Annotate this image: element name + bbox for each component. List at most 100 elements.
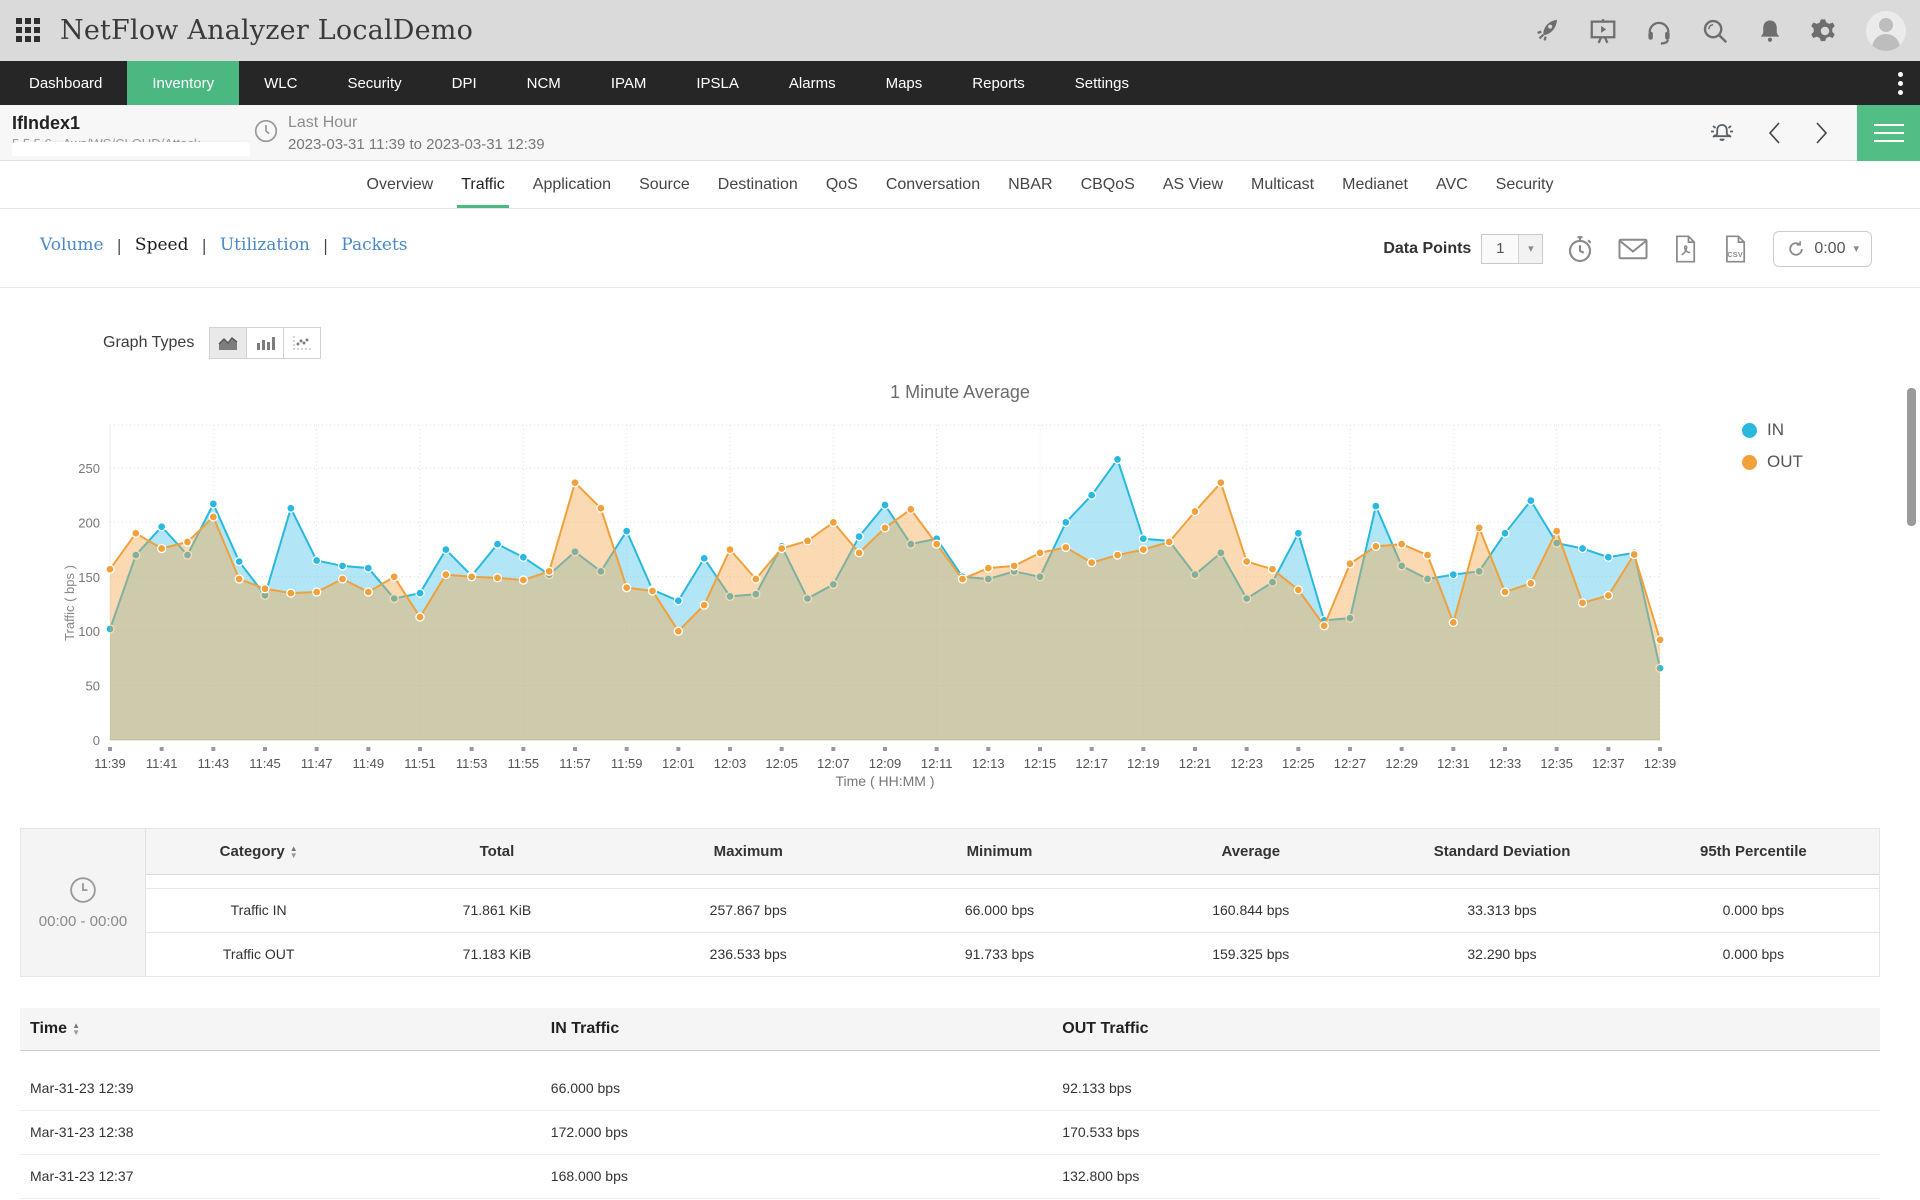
tab-avc[interactable]: AVC [1422, 161, 1482, 208]
tab-destination[interactable]: Destination [704, 161, 812, 208]
time-col-in-traffic[interactable]: IN Traffic [541, 1008, 1053, 1050]
time-row: Mar-31-23 12:38172.000 bps170.533 bps [20, 1110, 1880, 1154]
svg-text:Time ( HH:MM ): Time ( HH:MM ) [835, 773, 934, 789]
kebab-menu-icon[interactable] [1888, 61, 1912, 105]
vertical-scrollbar[interactable] [1907, 388, 1916, 526]
email-icon[interactable] [1617, 234, 1649, 264]
interface-title: IfIndex1 [12, 113, 80, 134]
separator: | [323, 236, 328, 255]
svg-text:250: 250 [78, 461, 100, 476]
tab-qos[interactable]: QoS [812, 161, 872, 208]
chart-legend: IN OUT [1742, 420, 1803, 484]
svg-text:50: 50 [86, 679, 100, 694]
summary-cell: 71.861 KiB [371, 888, 622, 932]
summary-col-category[interactable]: Category▲▼ [146, 829, 371, 874]
nav-item-settings[interactable]: Settings [1050, 61, 1154, 105]
clock-icon [253, 118, 279, 149]
traffic-area-chart[interactable]: 05010015020025011:3911:4111:4311:4511:47… [60, 388, 1720, 818]
tab-as-view[interactable]: AS View [1149, 161, 1237, 208]
nav-item-alarms[interactable]: Alarms [764, 61, 861, 105]
chevron-right-icon[interactable] [1811, 119, 1831, 147]
hamburger-menu-icon[interactable] [1857, 105, 1920, 161]
svg-text:12:17: 12:17 [1075, 756, 1108, 771]
svg-text:200: 200 [78, 515, 100, 530]
nav-item-reports[interactable]: Reports [947, 61, 1050, 105]
csv-icon[interactable]: CSV [1721, 234, 1749, 264]
tab-medianet[interactable]: Medianet [1328, 161, 1422, 208]
tab-traffic[interactable]: Traffic [447, 161, 519, 208]
gear-icon[interactable] [1810, 16, 1840, 46]
main-nav: DashboardInventoryWLCSecurityDPINCMIPAMI… [0, 61, 1920, 105]
bell-icon[interactable] [1756, 17, 1784, 45]
tab-application[interactable]: Application [519, 161, 625, 208]
svg-text:CSV: CSV [1728, 250, 1743, 259]
time-row: Mar-31-23 12:3966.000 bps92.133 bps [20, 1066, 1880, 1110]
area-chart-icon [217, 334, 239, 352]
summary-col-average[interactable]: Average [1125, 829, 1376, 874]
svg-text:12:39: 12:39 [1644, 756, 1677, 771]
time-cell: 92.133 bps [1052, 1066, 1880, 1110]
sort-icon: ▲▼ [72, 1022, 80, 1036]
graph-type-bar-button[interactable] [246, 327, 284, 359]
svg-text:11:39: 11:39 [94, 756, 126, 771]
apps-grid-icon[interactable] [16, 18, 42, 44]
search-icon[interactable] [1700, 16, 1730, 46]
time-col-out-traffic[interactable]: OUT Traffic [1052, 1008, 1880, 1050]
tab-overview[interactable]: Overview [353, 161, 448, 208]
nav-item-dashboard[interactable]: Dashboard [4, 61, 127, 105]
legend-label: OUT [1767, 452, 1803, 472]
avatar[interactable] [1866, 11, 1906, 51]
minute-traffic-table: Time▲▼IN TrafficOUT Traffic Mar-31-23 12… [20, 1008, 1880, 1199]
time-cell: Mar-31-23 12:38 [20, 1110, 541, 1154]
metric-link-speed[interactable]: Speed [135, 235, 189, 255]
metric-link-utilization[interactable]: Utilization [220, 235, 310, 255]
app-title: NetFlow Analyzer LocalDemo [60, 15, 473, 46]
graph-type-scatter-button[interactable] [283, 327, 321, 359]
tab-source[interactable]: Source [625, 161, 704, 208]
summary-col-95th-percentile[interactable]: 95th Percentile [1628, 829, 1879, 874]
tab-security[interactable]: Security [1482, 161, 1568, 208]
graph-type-area-button[interactable] [209, 327, 247, 359]
metric-link-packets[interactable]: Packets [341, 235, 407, 255]
sort-icon: ▲▼ [290, 845, 298, 859]
period-label[interactable]: Last Hour [288, 114, 357, 132]
tab-cbqos[interactable]: CBQoS [1067, 161, 1149, 208]
time-cell: Mar-31-23 12:37 [20, 1154, 541, 1198]
nav-item-ipam[interactable]: IPAM [586, 61, 672, 105]
data-points-select[interactable]: 1 ▾ [1481, 234, 1543, 264]
chevron-left-icon[interactable] [1765, 119, 1785, 147]
metric-link-volume[interactable]: Volume [40, 235, 104, 255]
summary-col-total[interactable]: Total [371, 829, 622, 874]
spacer [20, 1050, 1880, 1066]
separator: | [117, 236, 122, 255]
svg-text:12:21: 12:21 [1179, 756, 1212, 771]
nav-item-security[interactable]: Security [322, 61, 426, 105]
tab-conversation[interactable]: Conversation [872, 161, 994, 208]
tab-multicast[interactable]: Multicast [1237, 161, 1328, 208]
legend-item-out[interactable]: OUT [1742, 452, 1803, 472]
presentation-icon[interactable] [1588, 16, 1618, 46]
summary-col-standard-deviation[interactable]: Standard Deviation [1376, 829, 1627, 874]
schedule-icon[interactable] [1565, 234, 1595, 264]
pdf-icon[interactable] [1671, 234, 1699, 264]
nav-item-ipsla[interactable]: IPSLA [671, 61, 764, 105]
nav-item-ncm[interactable]: NCM [502, 61, 586, 105]
svg-text:12:05: 12:05 [765, 756, 798, 771]
svg-text:12:11: 12:11 [921, 756, 953, 771]
rocket-icon[interactable] [1532, 16, 1562, 46]
nav-item-maps[interactable]: Maps [861, 61, 948, 105]
alarm-bell-icon[interactable] [1705, 118, 1739, 148]
headset-icon[interactable] [1644, 16, 1674, 46]
summary-col-maximum[interactable]: Maximum [623, 829, 874, 874]
legend-label: IN [1767, 420, 1784, 440]
tab-nbar[interactable]: NBAR [994, 161, 1066, 208]
time-col-time[interactable]: Time▲▼ [20, 1008, 541, 1050]
summary-cell: 66.000 bps [874, 888, 1125, 932]
nav-item-dpi[interactable]: DPI [427, 61, 502, 105]
nav-item-inventory[interactable]: Inventory [127, 61, 239, 105]
refresh-timer-button[interactable]: 0:00 ▾ [1773, 231, 1872, 267]
legend-item-in[interactable]: IN [1742, 420, 1803, 440]
nav-item-wlc[interactable]: WLC [239, 61, 322, 105]
summary-col-minimum[interactable]: Minimum [874, 829, 1125, 874]
svg-text:11:53: 11:53 [456, 756, 488, 771]
